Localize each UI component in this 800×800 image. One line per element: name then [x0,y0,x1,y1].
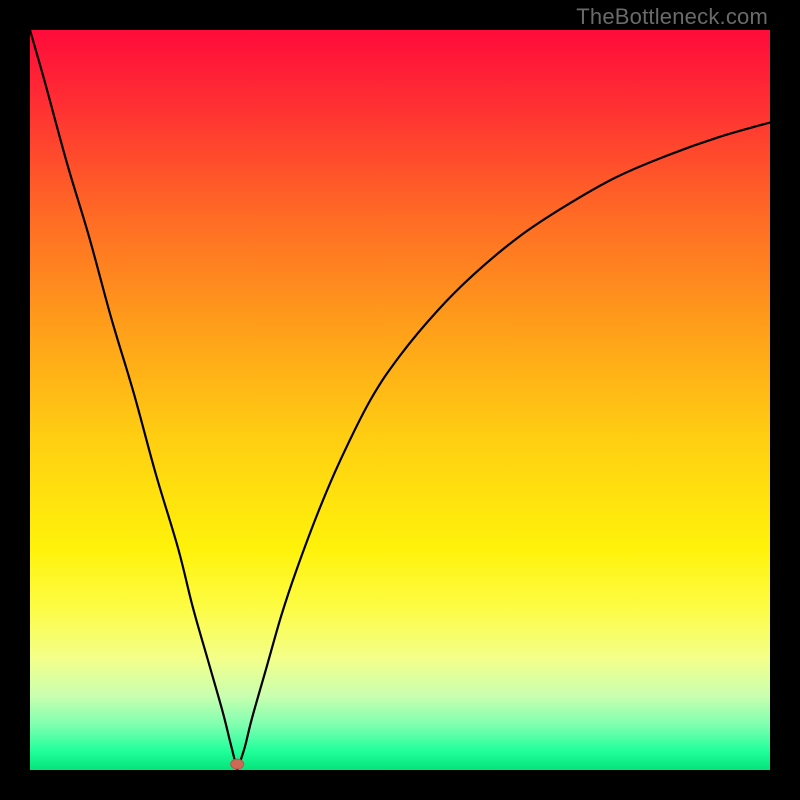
chart-frame: TheBottleneck.com [0,0,800,800]
watermark-text: TheBottleneck.com [576,4,768,30]
curve-left-branch [30,30,237,770]
plot-area [30,30,770,770]
curve-right-branch [237,123,770,771]
minimum-marker [231,759,244,769]
curve-layer [30,30,770,770]
